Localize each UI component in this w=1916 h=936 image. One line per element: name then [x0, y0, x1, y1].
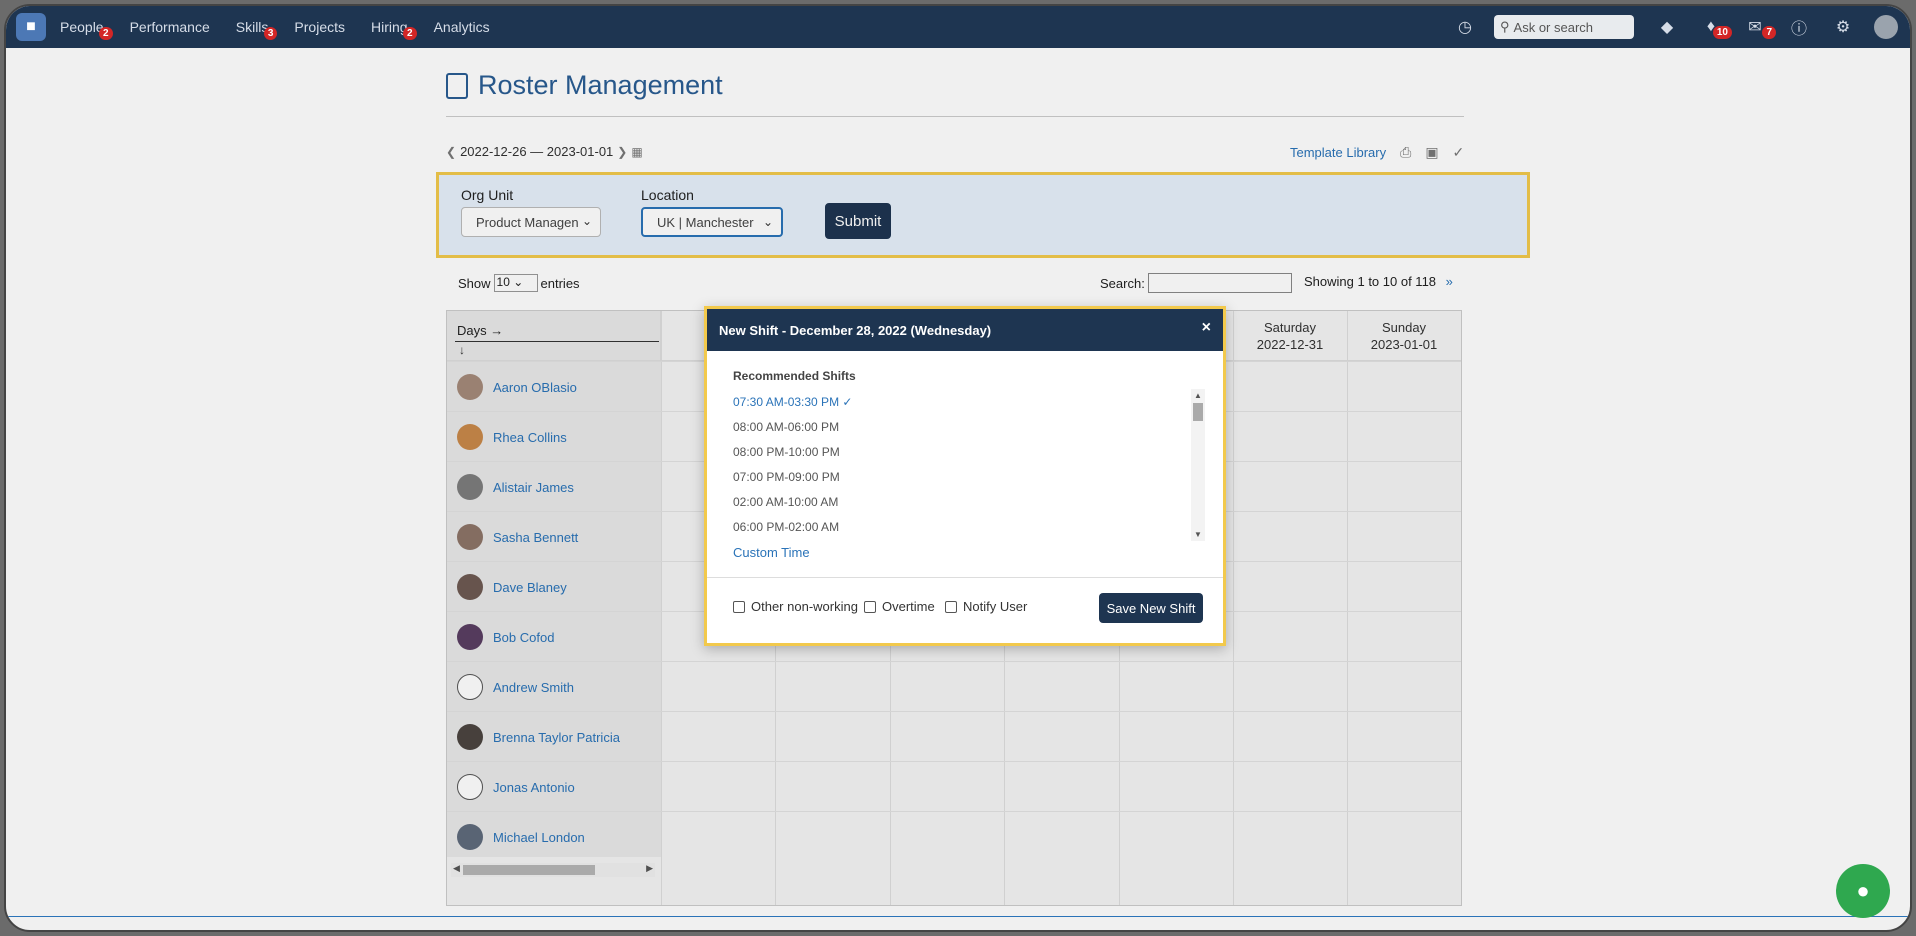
nav-label: Analytics: [433, 19, 490, 35]
help-icon[interactable]: ⓘ: [1788, 16, 1810, 38]
scroll-down-icon[interactable]: ▼: [1194, 530, 1202, 539]
shift-option[interactable]: 07:00 PM-09:00 PM: [733, 470, 840, 484]
nav-item-projects[interactable]: Projects: [294, 19, 345, 35]
nav-item-performance[interactable]: Performance: [130, 19, 210, 35]
app-logo-icon[interactable]: ■: [16, 13, 46, 41]
global-search-input[interactable]: ⚲ Ask or search: [1494, 15, 1634, 39]
nav-item-people[interactable]: People 2: [60, 19, 113, 40]
save-new-shift-button[interactable]: Save New Shift: [1099, 593, 1203, 623]
modal-title: New Shift - December 28, 2022 (Wednesday…: [719, 322, 992, 338]
checkbox-label: Other non-working: [751, 599, 858, 614]
shift-option[interactable]: 02:00 AM-10:00 AM: [733, 495, 838, 509]
notify-user-checkbox[interactable]: Notify User: [945, 599, 1027, 614]
nav-badge: 3: [263, 27, 278, 40]
nav-badge: 2: [403, 27, 417, 40]
main-content: Roster Management ❮ 2022-12-26 — 2023-01…: [6, 48, 1910, 930]
top-navbar: ■ People 2 Performance Skills 3 Projects…: [6, 6, 1910, 48]
shift-option[interactable]: 06:00 PM-02:00 AM: [733, 520, 839, 534]
checkbox-label: Notify User: [963, 599, 1028, 614]
modal-header: New Shift - December 28, 2022 (Wednesday…: [707, 309, 1223, 351]
bell-icon[interactable]: ♦ 10: [1700, 16, 1732, 39]
scroll-up-icon[interactable]: ▲: [1194, 391, 1202, 400]
nav-label: Performance: [129, 19, 210, 35]
footer-divider: [6, 916, 1910, 917]
search-icon: ⚲: [1500, 19, 1510, 34]
shift-option[interactable]: 08:00 PM-10:00 PM: [733, 445, 840, 459]
shift-option[interactable]: 07:30 AM-03:30 PM ✓: [733, 395, 852, 409]
clock-icon[interactable]: ◷: [1454, 16, 1476, 38]
new-shift-modal: New Shift - December 28, 2022 (Wednesday…: [704, 306, 1226, 646]
nav-label: People: [60, 19, 104, 35]
checkbox-box[interactable]: [945, 600, 957, 613]
overtime-checkbox[interactable]: Overtime: [864, 599, 935, 614]
shift-list-scrollbar[interactable]: ▲ ▼: [1191, 389, 1205, 541]
close-icon[interactable]: ×: [1202, 319, 1211, 337]
other-non-working-checkbox[interactable]: Other non-working: [733, 599, 858, 614]
nav-item-hiring[interactable]: Hiring 2: [371, 19, 417, 40]
mail-icon[interactable]: ✉ 7: [1744, 16, 1776, 39]
main-nav: People 2 Performance Skills 3 Projects H…: [60, 19, 516, 40]
shift-option[interactable]: 08:00 AM-06:00 PM: [733, 420, 839, 434]
nav-item-skills[interactable]: Skills 3: [236, 19, 278, 40]
chat-bubble-icon[interactable]: ●: [1836, 864, 1890, 918]
app-frame: ■ People 2 Performance Skills 3 Projects…: [4, 4, 1912, 932]
notifications-badge: 10: [1712, 26, 1732, 39]
search-placeholder: Ask or search: [1513, 19, 1594, 35]
custom-time-link[interactable]: Custom Time: [733, 545, 810, 560]
user-avatar[interactable]: [1874, 15, 1898, 39]
recommended-shifts-title: Recommended Shifts: [733, 369, 856, 383]
modal-divider: [707, 577, 1223, 578]
navbar-actions: ◷ ⚲ Ask or search ◆ ♦ 10 ✉ 7 ⓘ ⚙: [1432, 6, 1898, 48]
gear-icon[interactable]: ⚙: [1832, 16, 1854, 38]
nav-label: Projects: [294, 19, 345, 35]
nav-item-analytics[interactable]: Analytics: [434, 19, 490, 35]
checkbox-label: Overtime: [882, 599, 935, 614]
scroll-thumb[interactable]: [1193, 403, 1203, 421]
checkbox-box[interactable]: [733, 600, 745, 613]
checkbox-box[interactable]: [864, 600, 876, 613]
messages-badge: 7: [1762, 26, 1776, 39]
nav-badge: 2: [99, 27, 113, 40]
layers-icon[interactable]: ◆: [1656, 16, 1678, 38]
